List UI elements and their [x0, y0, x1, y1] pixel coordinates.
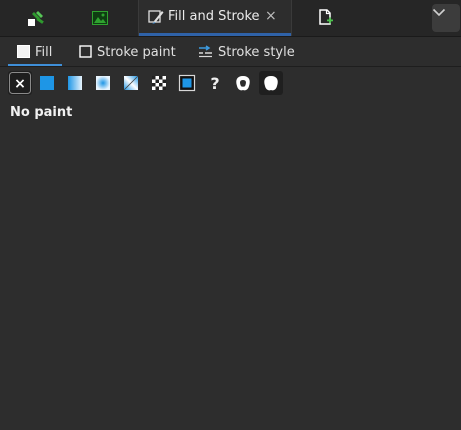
pattern-icon	[152, 76, 166, 90]
paint-pattern-button[interactable]	[147, 71, 171, 95]
paint-settings-area	[2, 125, 459, 428]
paint-mode-toolbar: × ?	[0, 69, 461, 99]
tab-close-button[interactable]: ×	[265, 8, 277, 24]
fill-stroke-subtabs: Fill Stroke paint Stroke style	[0, 39, 461, 66]
tab-document[interactable]	[292, 0, 358, 36]
paint-linear-gradient-button[interactable]	[63, 71, 87, 95]
no-paint-icon: ×	[9, 72, 31, 94]
dock-menu-button[interactable]	[432, 4, 460, 32]
fill-rule-nonzero-button[interactable]	[259, 71, 283, 95]
fill-rule-evenodd-icon	[236, 76, 250, 91]
new-document-icon	[319, 9, 333, 25]
subtab-stroke-style-label: Stroke style	[218, 45, 295, 60]
paint-swatch-button[interactable]	[175, 71, 199, 95]
mesh-gradient-icon	[123, 75, 139, 91]
tab-tools[interactable]	[0, 0, 70, 36]
flat-color-icon	[40, 76, 54, 90]
paint-flat-button[interactable]	[35, 71, 59, 95]
paint-none-button[interactable]: ×	[8, 71, 32, 95]
subtab-divider	[0, 66, 461, 67]
stroke-style-icon	[199, 45, 212, 58]
tab-title: Fill and Stroke	[168, 9, 260, 24]
stroke-square-icon	[79, 45, 92, 58]
fill-rule-nonzero-icon	[264, 76, 278, 91]
fill-stroke-icon	[148, 10, 164, 24]
subtab-stroke-style[interactable]: Stroke style	[194, 39, 300, 66]
swatch-icon	[178, 74, 196, 92]
unset-paint-icon: ?	[210, 74, 219, 93]
subtab-fill[interactable]: Fill	[8, 39, 62, 66]
tab-fill-and-stroke[interactable]: Fill and Stroke ×	[138, 0, 292, 36]
fill-rule-evenodd-button[interactable]	[231, 71, 255, 95]
radial-gradient-icon	[96, 76, 110, 90]
dock-tab-bar: Fill and Stroke ×	[0, 0, 461, 37]
paint-radial-gradient-button[interactable]	[91, 71, 115, 95]
chevron-down-icon	[432, 8, 446, 17]
subtab-stroke-paint-label: Stroke paint	[97, 45, 176, 60]
active-tab-indicator	[139, 33, 291, 36]
paint-status-label: No paint	[10, 105, 73, 120]
image-icon	[92, 11, 108, 25]
tools-icon	[28, 11, 44, 26]
paint-unset-button[interactable]: ?	[203, 71, 227, 95]
tab-image[interactable]	[70, 0, 136, 36]
subtab-fill-label: Fill	[35, 45, 53, 60]
subtab-stroke-paint[interactable]: Stroke paint	[74, 39, 184, 66]
unset-glyph: ?	[210, 74, 219, 93]
linear-gradient-icon	[68, 76, 82, 90]
paint-mesh-gradient-button[interactable]	[119, 71, 143, 95]
fill-square-icon	[17, 45, 30, 58]
no-paint-glyph: ×	[14, 76, 26, 92]
